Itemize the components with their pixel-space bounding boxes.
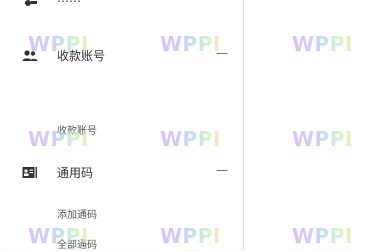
watermark-text: WPPI xyxy=(160,127,221,151)
collapse-icon[interactable]: — xyxy=(216,163,228,177)
submenu-item-add-code[interactable]: 添加通码 xyxy=(57,206,97,221)
watermark-text: WPPI xyxy=(292,32,353,56)
menu-group-universal-code[interactable]: 通用码 — xyxy=(0,161,243,183)
watermark-text: WPPI xyxy=(28,32,89,56)
watermark-text: WPPI xyxy=(160,224,221,248)
menu-group-label: 通用码 xyxy=(57,166,94,180)
watermark-text: WPPI xyxy=(28,224,89,248)
watermark-text: WPPI xyxy=(28,127,89,151)
watermark-text: WPPI xyxy=(160,32,221,56)
contact-card-icon xyxy=(22,165,38,179)
menu-item-label: …… xyxy=(57,0,81,5)
watermark-text: WPPI xyxy=(292,127,353,151)
menu-icon xyxy=(22,0,38,6)
menu-item-top-partial[interactable]: …… xyxy=(0,0,243,10)
watermark-text: WPPI xyxy=(292,224,353,248)
